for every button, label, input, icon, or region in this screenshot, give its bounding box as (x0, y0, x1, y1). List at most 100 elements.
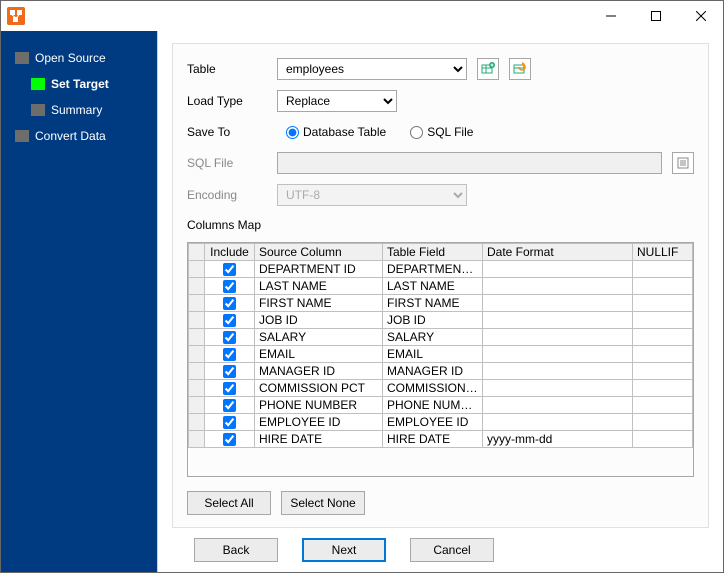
table-row[interactable]: DEPARTMENT IDDEPARTMENT ID (189, 261, 693, 278)
table-field-cell[interactable]: LAST NAME (383, 278, 483, 295)
date-format-cell[interactable] (483, 380, 633, 397)
close-button[interactable] (678, 1, 723, 31)
date-format-cell[interactable] (483, 363, 633, 380)
table-field-cell[interactable]: HIRE DATE (383, 431, 483, 448)
sidebar-item-open-source[interactable]: Open Source (1, 45, 157, 71)
source-column-cell[interactable]: FIRST NAME (255, 295, 383, 312)
source-column-cell[interactable]: MANAGER ID (255, 363, 383, 380)
include-checkbox[interactable] (223, 416, 236, 429)
include-checkbox[interactable] (223, 433, 236, 446)
include-cell[interactable] (205, 329, 255, 346)
include-checkbox[interactable] (223, 365, 236, 378)
table-row[interactable]: HIRE DATEHIRE DATEyyyy-mm-dd (189, 431, 693, 448)
table-field-cell[interactable]: SALARY (383, 329, 483, 346)
table-row[interactable]: JOB IDJOB ID (189, 312, 693, 329)
include-cell[interactable] (205, 380, 255, 397)
date-format-cell[interactable] (483, 261, 633, 278)
source-column-cell[interactable]: EMAIL (255, 346, 383, 363)
sidebar-item-summary[interactable]: Summary (1, 97, 157, 123)
include-cell[interactable] (205, 397, 255, 414)
table-field-cell[interactable]: COMMISSION PCT (383, 380, 483, 397)
table-field-cell[interactable]: PHONE NUMBER (383, 397, 483, 414)
include-cell[interactable] (205, 363, 255, 380)
include-cell[interactable] (205, 414, 255, 431)
table-field-cell[interactable]: JOB ID (383, 312, 483, 329)
select-none-button[interactable]: Select None (281, 491, 365, 515)
include-cell[interactable] (205, 261, 255, 278)
grid-header-date[interactable]: Date Format (483, 244, 633, 261)
include-checkbox[interactable] (223, 348, 236, 361)
date-format-cell[interactable] (483, 278, 633, 295)
source-column-cell[interactable]: SALARY (255, 329, 383, 346)
include-cell[interactable] (205, 278, 255, 295)
nullif-cell[interactable] (633, 380, 693, 397)
table-row[interactable]: MANAGER IDMANAGER ID (189, 363, 693, 380)
new-table-button[interactable] (477, 58, 499, 80)
nullif-cell[interactable] (633, 261, 693, 278)
include-cell[interactable] (205, 312, 255, 329)
table-field-cell[interactable]: MANAGER ID (383, 363, 483, 380)
table-row[interactable]: COMMISSION PCTCOMMISSION PCT (189, 380, 693, 397)
grid-header-source[interactable]: Source Column (255, 244, 383, 261)
include-checkbox[interactable] (223, 331, 236, 344)
date-format-cell[interactable] (483, 295, 633, 312)
source-column-cell[interactable]: LAST NAME (255, 278, 383, 295)
back-button[interactable]: Back (194, 538, 278, 562)
columns-map-grid[interactable]: Include Source Column Table Field Date F… (187, 242, 694, 477)
nullif-cell[interactable] (633, 295, 693, 312)
date-format-cell[interactable] (483, 346, 633, 363)
cancel-button[interactable]: Cancel (410, 538, 494, 562)
radio-database-table[interactable]: Database Table (286, 125, 386, 139)
nullif-cell[interactable] (633, 397, 693, 414)
date-format-cell[interactable] (483, 414, 633, 431)
source-column-cell[interactable]: JOB ID (255, 312, 383, 329)
minimize-button[interactable] (588, 1, 633, 31)
radio-sql-file[interactable]: SQL File (410, 125, 473, 139)
table-field-cell[interactable]: EMPLOYEE ID (383, 414, 483, 431)
table-row[interactable]: LAST NAMELAST NAME (189, 278, 693, 295)
include-cell[interactable] (205, 431, 255, 448)
sidebar-item-set-target[interactable]: Set Target (1, 71, 157, 97)
include-cell[interactable] (205, 346, 255, 363)
table-row[interactable]: EMPLOYEE IDEMPLOYEE ID (189, 414, 693, 431)
table-field-cell[interactable]: EMAIL (383, 346, 483, 363)
date-format-cell[interactable] (483, 312, 633, 329)
date-format-cell[interactable] (483, 329, 633, 346)
source-column-cell[interactable]: DEPARTMENT ID (255, 261, 383, 278)
load-type-select[interactable]: Replace (277, 90, 397, 112)
table-row[interactable]: PHONE NUMBERPHONE NUMBER (189, 397, 693, 414)
include-checkbox[interactable] (223, 297, 236, 310)
include-checkbox[interactable] (223, 399, 236, 412)
source-column-cell[interactable]: EMPLOYEE ID (255, 414, 383, 431)
grid-header-field[interactable]: Table Field (383, 244, 483, 261)
nullif-cell[interactable] (633, 329, 693, 346)
browse-file-button[interactable] (672, 152, 694, 174)
date-format-cell[interactable] (483, 397, 633, 414)
include-checkbox[interactable] (223, 280, 236, 293)
grid-header-include[interactable]: Include (205, 244, 255, 261)
nullif-cell[interactable] (633, 414, 693, 431)
table-field-cell[interactable]: FIRST NAME (383, 295, 483, 312)
nullif-cell[interactable] (633, 346, 693, 363)
table-select[interactable]: employees (277, 58, 467, 80)
nullif-cell[interactable] (633, 431, 693, 448)
nullif-cell[interactable] (633, 278, 693, 295)
table-row[interactable]: EMAILEMAIL (189, 346, 693, 363)
source-column-cell[interactable]: COMMISSION PCT (255, 380, 383, 397)
grid-header-nullif[interactable]: NULLIF (633, 244, 693, 261)
include-cell[interactable] (205, 295, 255, 312)
table-row[interactable]: FIRST NAMEFIRST NAME (189, 295, 693, 312)
next-button[interactable]: Next (302, 538, 386, 562)
source-column-cell[interactable]: PHONE NUMBER (255, 397, 383, 414)
nullif-cell[interactable] (633, 363, 693, 380)
table-field-cell[interactable]: DEPARTMENT ID (383, 261, 483, 278)
select-all-button[interactable]: Select All (187, 491, 271, 515)
sidebar-item-convert-data[interactable]: Convert Data (1, 123, 157, 149)
date-format-cell[interactable]: yyyy-mm-dd (483, 431, 633, 448)
maximize-button[interactable] (633, 1, 678, 31)
include-checkbox[interactable] (223, 314, 236, 327)
include-checkbox[interactable] (223, 382, 236, 395)
table-row[interactable]: SALARYSALARY (189, 329, 693, 346)
refresh-tables-button[interactable] (509, 58, 531, 80)
nullif-cell[interactable] (633, 312, 693, 329)
